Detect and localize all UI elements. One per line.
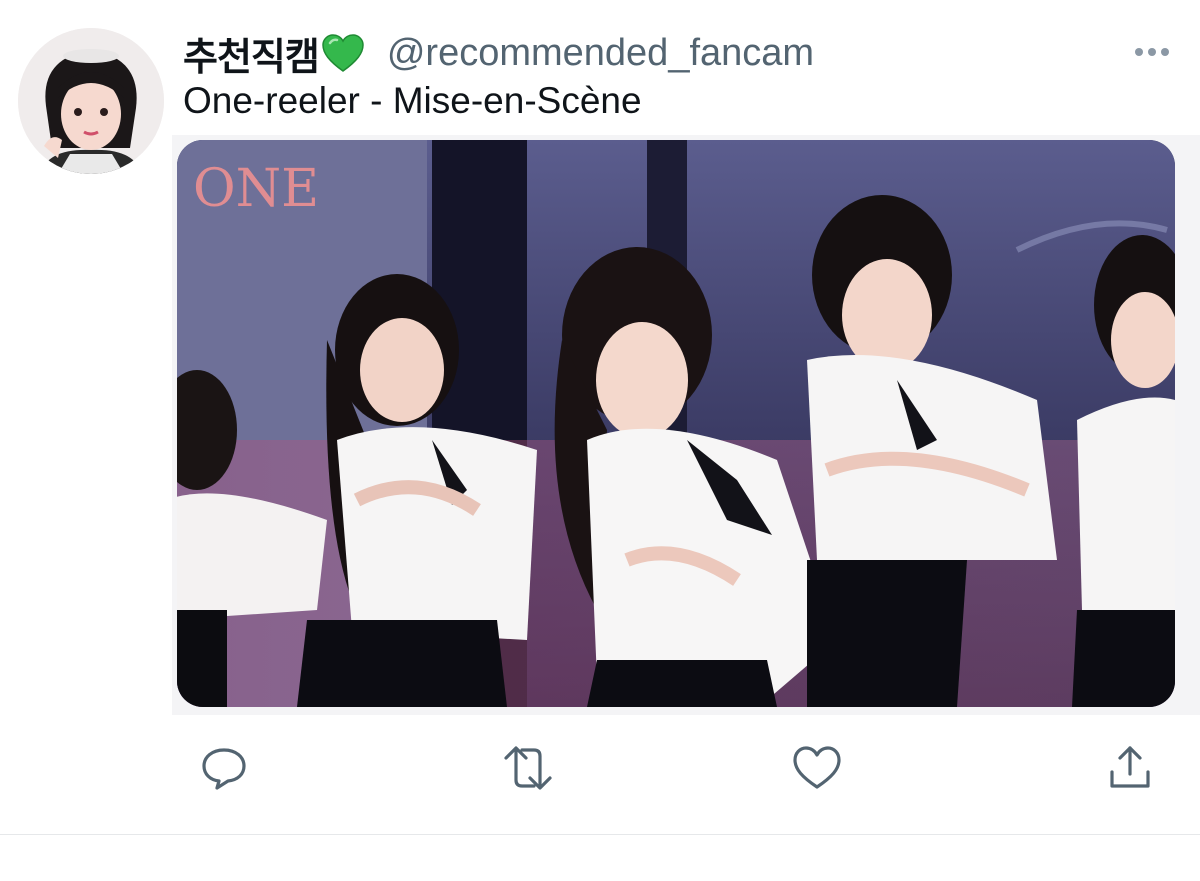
retweet-icon[interactable] bbox=[498, 738, 558, 798]
display-name[interactable]: 추천직캠 bbox=[183, 26, 320, 81]
more-dot bbox=[1148, 48, 1156, 56]
divider bbox=[0, 834, 1200, 835]
reply-icon[interactable] bbox=[194, 738, 254, 798]
more-dot bbox=[1135, 48, 1143, 56]
tweet-header: 추천직캠 @recommended_fancam bbox=[183, 26, 814, 80]
green-heart-icon bbox=[321, 33, 365, 73]
tweet-media-image[interactable]: ONE bbox=[177, 140, 1175, 707]
share-icon[interactable] bbox=[1100, 738, 1160, 798]
tweet-actions bbox=[0, 730, 1200, 810]
more-dot bbox=[1161, 48, 1169, 56]
media-overlay-text: ONE bbox=[193, 159, 319, 219]
like-icon[interactable] bbox=[787, 738, 847, 798]
tweet-text: One-reeler - Mise-en-Scène bbox=[183, 80, 642, 121]
tweet-card[interactable]: 추천직캠 @recommended_fancam One-reeler - Mi… bbox=[0, 0, 1200, 835]
user-handle[interactable]: @recommended_fancam bbox=[387, 32, 814, 75]
avatar[interactable] bbox=[18, 28, 164, 174]
more-icon[interactable] bbox=[1128, 40, 1176, 64]
